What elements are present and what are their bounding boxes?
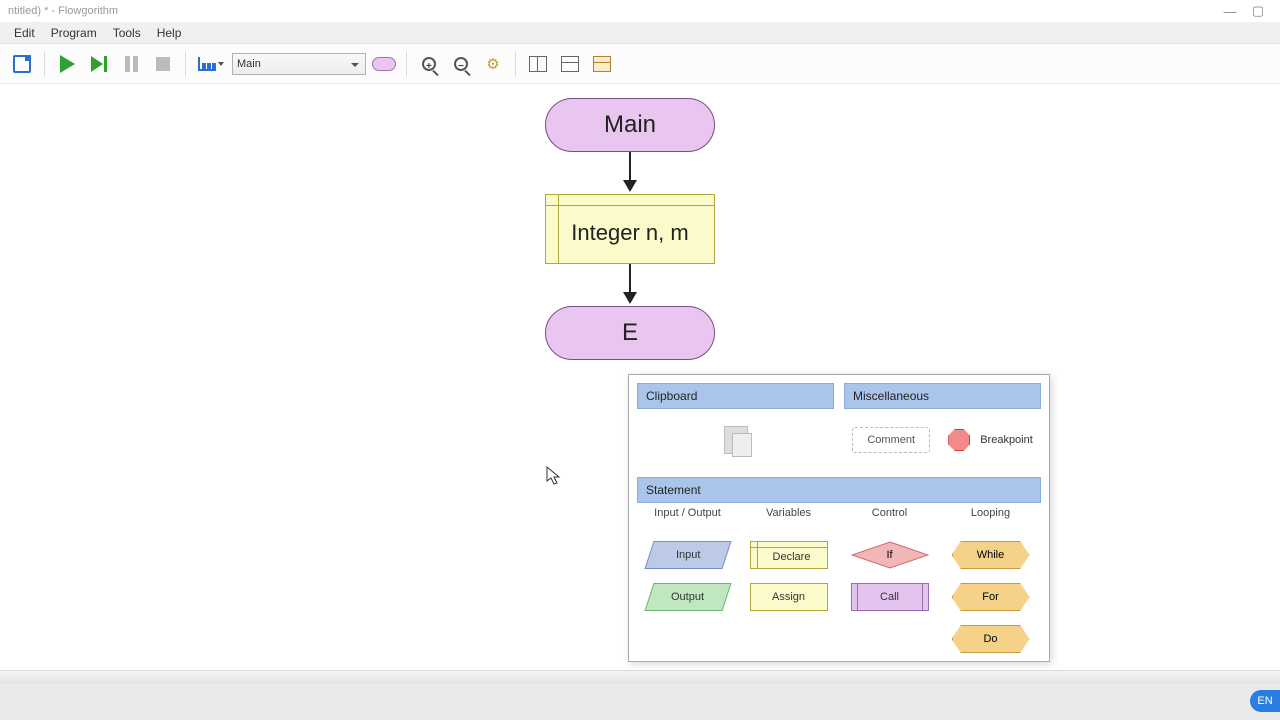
comment-button[interactable]: Comment (852, 427, 930, 453)
statement-header: Statement (637, 477, 1041, 503)
step-button[interactable] (85, 50, 113, 78)
input-shape-button[interactable]: Input (644, 541, 731, 569)
menu-edit[interactable]: Edit (6, 23, 43, 43)
add-function-button[interactable] (370, 50, 398, 78)
paste-button[interactable] (724, 426, 748, 454)
toolbar: Main + − ⚙ (0, 44, 1280, 84)
col-ctrl-header: Control (872, 507, 907, 525)
flowchart-canvas[interactable]: Main Integer n, m E Clipboard Miscellane… (0, 84, 1280, 670)
gear-icon: ⚙ (484, 55, 502, 73)
step-icon (91, 56, 107, 72)
start-node[interactable]: Main (545, 98, 715, 152)
maximize-button[interactable]: ▢ (1244, 2, 1272, 20)
declare-node[interactable]: Integer n, m (545, 194, 715, 264)
stop-button[interactable] (149, 50, 177, 78)
variables-button[interactable] (194, 50, 228, 78)
save-icon (13, 55, 31, 73)
if-shape-button[interactable]: If (851, 541, 929, 569)
minimize-button[interactable]: — (1216, 2, 1244, 20)
menu-help[interactable]: Help (149, 23, 190, 43)
clipboard-header: Clipboard (637, 383, 834, 409)
zoom-in-icon: + (422, 57, 436, 71)
code-viewer-button[interactable] (588, 50, 616, 78)
pause-icon (125, 56, 138, 72)
col-loop-header: Looping (971, 507, 1010, 525)
col-io-header: Input / Output (654, 507, 721, 525)
declare-shape-button[interactable]: Declare (750, 541, 828, 569)
play-icon (60, 55, 75, 73)
title-bar: ntitled) * - Flowgorithm — ▢ (0, 0, 1280, 22)
layout3-icon (593, 56, 611, 72)
menu-bar: Edit Program Tools Help (0, 22, 1280, 44)
language-pill[interactable]: EN (1250, 690, 1280, 712)
for-shape-button[interactable]: For (952, 583, 1030, 611)
zoom-out-icon: − (454, 57, 468, 71)
assign-shape-button[interactable]: Assign (750, 583, 828, 611)
menu-tools[interactable]: Tools (105, 23, 149, 43)
terminal-icon (372, 57, 396, 71)
layout-toggle-2[interactable] (556, 50, 584, 78)
connector-1[interactable] (629, 152, 631, 182)
layout2-icon (561, 56, 579, 72)
style-button[interactable]: ⚙ (479, 50, 507, 78)
pause-button[interactable] (117, 50, 145, 78)
breakpoint-icon (948, 429, 970, 451)
status-bar: EN (0, 670, 1280, 720)
window-title: ntitled) * - Flowgorithm (8, 5, 118, 17)
function-dropdown-value: Main (237, 58, 261, 70)
run-button[interactable] (53, 50, 81, 78)
output-shape-button[interactable]: Output (644, 583, 731, 611)
while-shape-button[interactable]: While (952, 541, 1030, 569)
breakpoint-button[interactable]: Breakpoint (948, 429, 1033, 451)
stop-icon (156, 57, 170, 71)
end-node-label: E (622, 319, 638, 347)
miscellaneous-header: Miscellaneous (844, 383, 1041, 409)
insert-shape-popup: Clipboard Miscellaneous Comment Breakpoi… (628, 374, 1050, 662)
menu-program[interactable]: Program (43, 23, 105, 43)
connector-2[interactable] (629, 264, 631, 294)
layout-toggle-1[interactable] (524, 50, 552, 78)
do-shape-button[interactable]: Do (952, 625, 1030, 653)
function-dropdown[interactable]: Main (232, 53, 366, 75)
save-button[interactable] (8, 50, 36, 78)
start-node-label: Main (604, 111, 656, 139)
declare-node-label: Integer n, m (571, 220, 688, 246)
chart-icon (198, 57, 216, 71)
end-node[interactable]: E (545, 306, 715, 360)
layout-icon (529, 56, 547, 72)
zoom-in-button[interactable]: + (415, 50, 443, 78)
zoom-out-button[interactable]: − (447, 50, 475, 78)
call-shape-button[interactable]: Call (851, 583, 929, 611)
col-vars-header: Variables (766, 507, 811, 525)
